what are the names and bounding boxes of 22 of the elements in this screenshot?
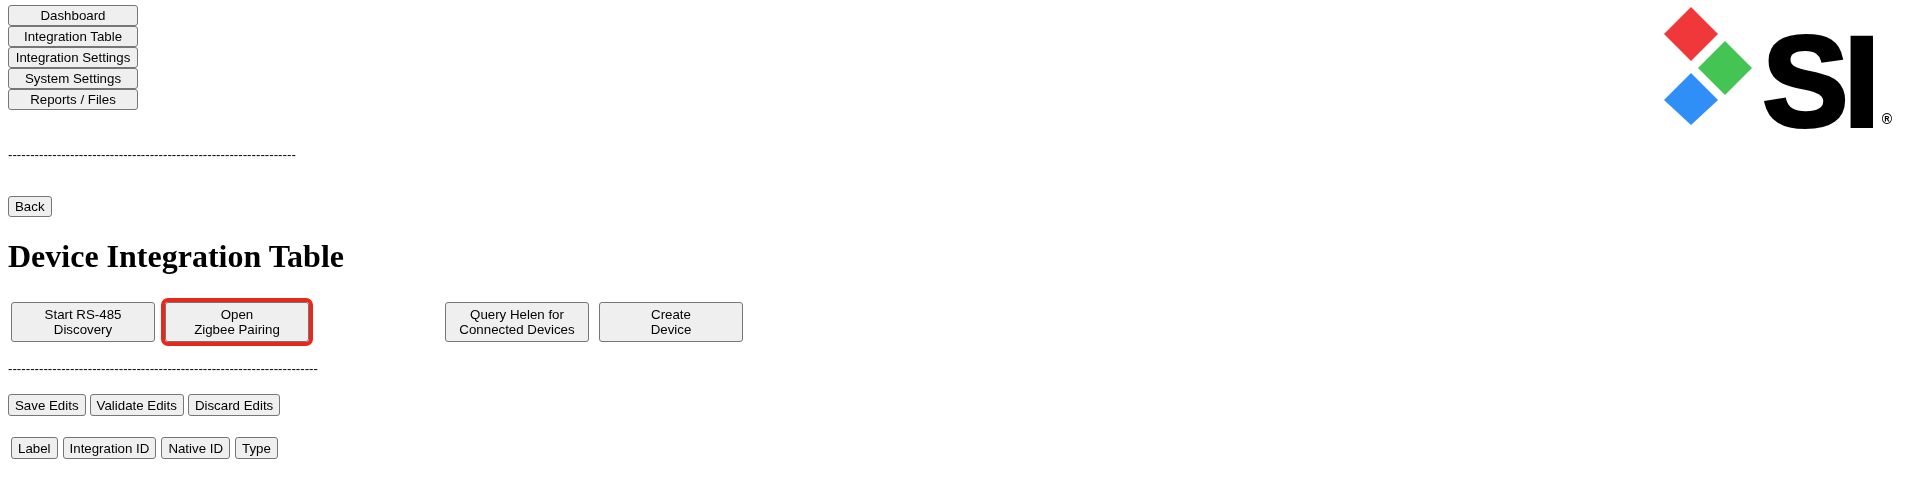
nav-button[interactable]: System Settings: [8, 68, 138, 89]
registered-mark: ®: [1881, 110, 1892, 129]
page-title: Device Integration Table: [8, 237, 345, 275]
logo-diamonds-icon: [1662, 7, 1753, 125]
back-button[interactable]: Back: [8, 196, 52, 217]
edit-button[interactable]: Discard Edits: [187, 394, 281, 416]
column-button[interactable]: Integration ID: [62, 437, 157, 459]
action-button[interactable]: Create Device: [599, 302, 743, 342]
action-button[interactable]: Start RS-485 Discovery: [11, 302, 155, 342]
edit-button[interactable]: Save Edits: [8, 394, 86, 416]
action-button[interactable]: Query Helen for Connected Devices: [445, 302, 589, 342]
nav-button[interactable]: Dashboard: [8, 5, 138, 26]
column-button[interactable]: Type: [235, 437, 278, 459]
column-button[interactable]: Native ID: [161, 437, 231, 459]
logo-text: SI: [1762, 34, 1876, 130]
dashed-separator: -----------------------------------------------------------------: [8, 147, 297, 163]
edit-button[interactable]: Validate Edits: [89, 394, 184, 416]
dashed-separator: ----------------------------------------------------------------------: [8, 361, 319, 377]
column-button[interactable]: Label: [11, 437, 58, 459]
nav-button[interactable]: Reports / Files: [8, 89, 138, 110]
nav-button[interactable]: Integration Table: [8, 26, 138, 47]
nav-button[interactable]: Integration Settings: [8, 47, 138, 68]
